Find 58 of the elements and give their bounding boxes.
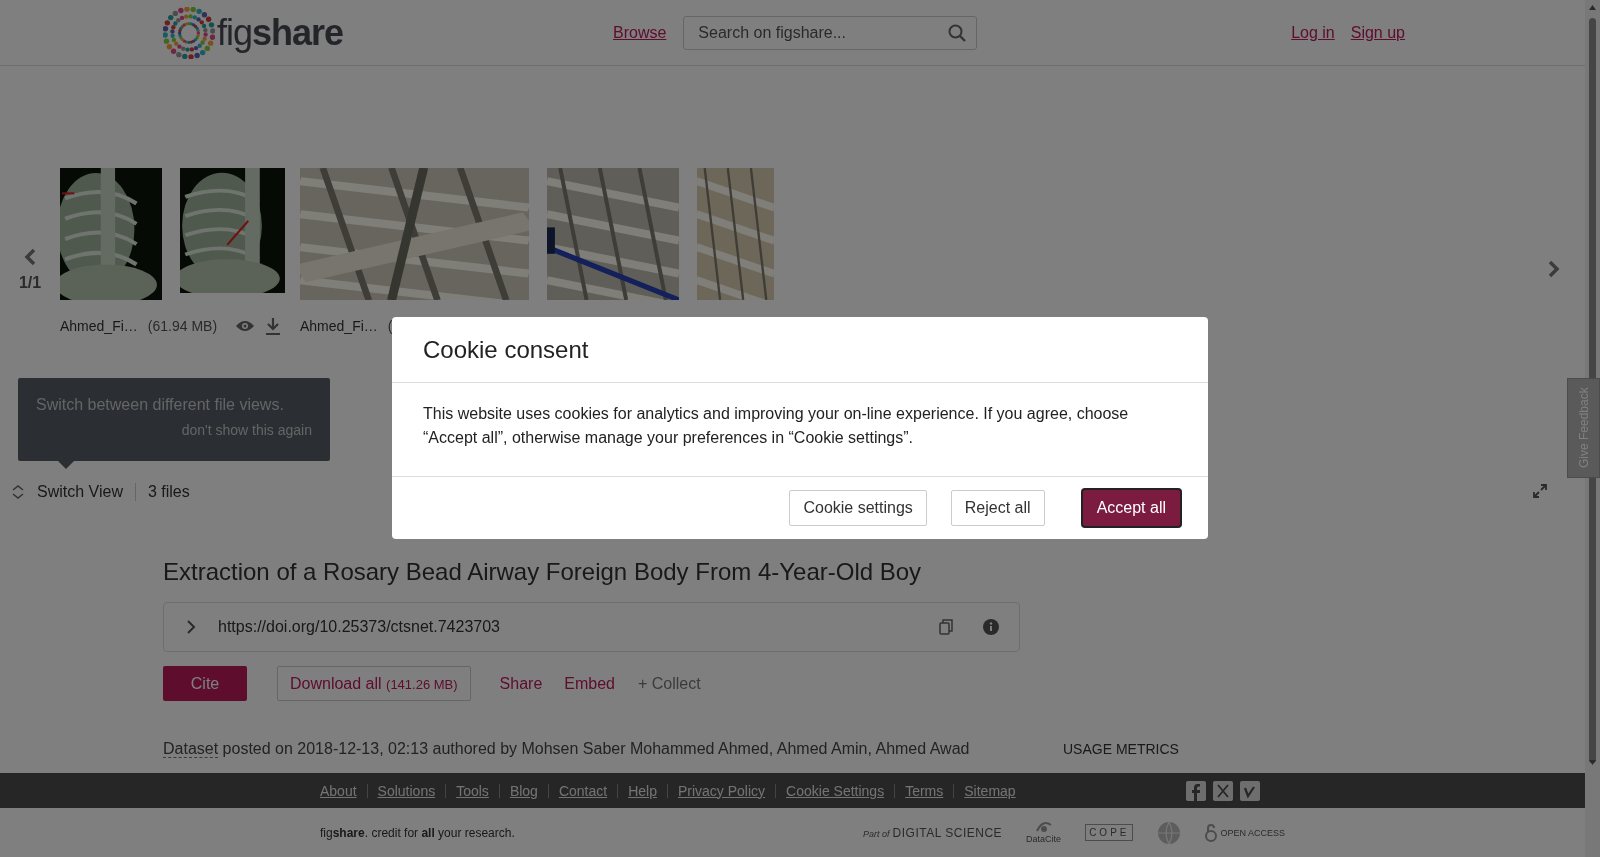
footer-link[interactable]: Tools	[445, 783, 499, 798]
auth-link[interactable]: Log in	[1291, 23, 1335, 42]
page-indicator: 1/1	[18, 274, 42, 292]
info-icon[interactable]	[983, 619, 999, 635]
footer-link[interactable]: Contact	[547, 783, 618, 798]
search-field[interactable]: Search on figshare...	[683, 15, 978, 50]
file-name[interactable]: Ahmed_Fi…	[60, 318, 138, 334]
accept-button[interactable]: Accept all	[1082, 490, 1180, 526]
file-name[interactable]: Ahmed_Fi…	[300, 318, 378, 334]
action-link[interactable]: Share	[488, 666, 554, 701]
browse-link[interactable]: Browse	[613, 23, 667, 42]
switch-view-button[interactable]: Switch View	[12, 483, 123, 501]
dismiss-link[interactable]: don't show this again	[36, 422, 312, 438]
partner-caption: Part of	[863, 828, 890, 839]
chevron-right-icon[interactable]	[186, 619, 196, 635]
fullscreen-icon[interactable]	[1533, 484, 1547, 498]
open-lock-icon	[1205, 823, 1218, 842]
cope-logo[interactable]: COPE	[1085, 824, 1134, 841]
logo-text: figshare	[217, 11, 344, 54]
chevron-left-icon[interactable]	[24, 248, 36, 266]
footer-link[interactable]: Cookie Settings	[775, 783, 895, 798]
footer-link[interactable]: About	[320, 783, 367, 798]
footer-link[interactable]: Terms	[894, 783, 954, 798]
modal-text: This website uses cookies for analytics and improving your on-line experience. If you agree, choose “Accept all”, otherwise manage your preferences in “Cookie settings”.	[423, 405, 1129, 446]
copy-icon[interactable]	[939, 619, 953, 635]
footer-link[interactable]: Sitemap	[953, 783, 1026, 798]
download-icon[interactable]	[265, 317, 282, 335]
file-count: 3 files	[147, 483, 190, 501]
x-icon[interactable]	[1213, 780, 1233, 801]
posted-info: Dataset posted on 2018-12-13, 02:13 authored by Mohsen Saber Mohammed Ahmed, Ahmed Amin, Ahmed Awad	[163, 740, 971, 758]
collect-link[interactable]: + Collect	[626, 666, 713, 701]
doi-link[interactable]: https://doi.org/10.25373/ctsnet.7423703	[218, 618, 939, 636]
chevron-right-icon[interactable]	[1548, 260, 1560, 278]
file-size: (	[387, 318, 393, 334]
eye-icon[interactable]	[235, 319, 256, 333]
facebook-icon[interactable]	[1186, 780, 1206, 801]
modal-button[interactable]: Cookie settings	[789, 490, 927, 526]
tagline: figshare. credit for all your research.	[320, 825, 515, 840]
file-size: (61.94 MB)	[147, 318, 218, 334]
footer-link[interactable]: Help	[617, 783, 667, 798]
modal-button[interactable]: Reject all	[950, 490, 1045, 526]
digital-science-logo[interactable]: DIGITAL SCIENCE	[892, 825, 1003, 840]
usage-metrics-heading: USAGE METRICS	[1063, 741, 1179, 758]
modal-title: Cookie consent	[423, 335, 589, 364]
footer-link[interactable]: Solutions	[366, 783, 446, 798]
article-title: Extraction of a Rosary Bead Airway Foreign Body From 4-Year-Old Boy	[163, 558, 923, 587]
open-access-logo[interactable]: OPEN ACCESS	[1220, 827, 1285, 838]
search-icon[interactable]	[948, 23, 967, 42]
auth-link[interactable]: Sign up	[1350, 23, 1405, 42]
action-link[interactable]: Embed	[553, 666, 626, 701]
footer-link[interactable]: Privacy Policy	[666, 783, 776, 798]
logo-icon	[163, 6, 215, 59]
datacite-logo[interactable]: DataCite	[1026, 834, 1062, 844]
cite-button[interactable]: Cite	[163, 666, 247, 701]
download-all-button[interactable]: Download all (141.26 MB)	[277, 666, 471, 701]
footer-link[interactable]: Blog	[498, 783, 548, 798]
tooltip-text: Switch between different file views.	[36, 396, 285, 414]
expand-collapse-icon	[12, 485, 24, 499]
